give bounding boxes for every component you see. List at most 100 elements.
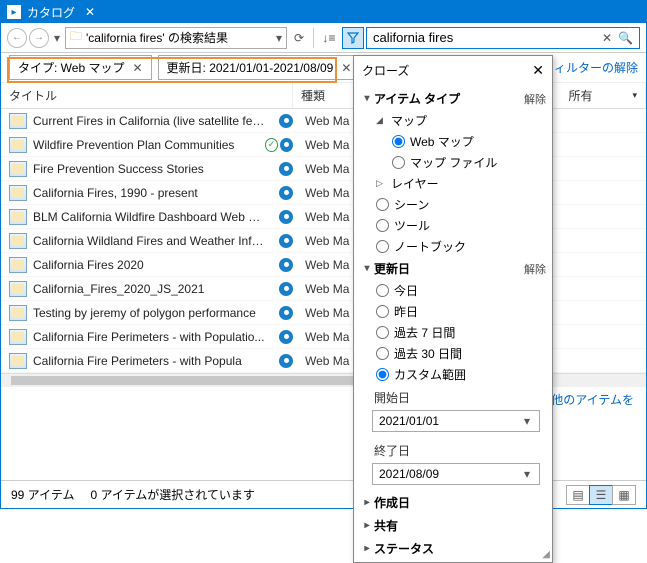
public-badge-icon (279, 354, 293, 368)
public-badge-icon (279, 186, 293, 200)
public-badge-icon (279, 330, 293, 344)
sort-button[interactable]: ↓≡ (318, 27, 340, 49)
start-date-label: 開始日 (360, 385, 546, 408)
chip-label: タイプ: Web マップ (18, 59, 124, 76)
row-badges (265, 162, 297, 176)
row-title: Current Fires in California (live satell… (33, 114, 265, 128)
opt-last30[interactable]: 過去 30 日間 (376, 343, 546, 364)
selection-count: 0 アイテムが選択されています (90, 486, 254, 503)
back-button[interactable]: ← (7, 28, 27, 48)
release-link[interactable]: 解除 (524, 261, 546, 277)
window-title: カタログ (27, 4, 75, 21)
map-icon (9, 353, 27, 369)
section-shared[interactable]: ▸共有 (360, 514, 546, 537)
item-count: 99 アイテム (11, 486, 74, 503)
opt-yesterday[interactable]: 昨日 (376, 301, 546, 322)
map-icon (9, 329, 27, 345)
filter-chip-type[interactable]: タイプ: Web マップ ✕ (9, 55, 152, 80)
refresh-button[interactable]: ⟳ (289, 31, 309, 45)
forward-button[interactable]: → (29, 28, 49, 48)
opt-custom[interactable]: カスタム範囲 (376, 364, 546, 385)
row-title: BLM California Wildfire Dashboard Web M.… (33, 210, 265, 224)
filter-button[interactable] (342, 27, 364, 49)
section-item-type[interactable]: ▾アイテム タイプ解除 (360, 87, 546, 110)
separator (313, 28, 314, 48)
row-title: California Fires 2020 (33, 258, 265, 272)
toolbar: ← → ▾ 🗀 'california fires' の検索結果 ▾ ⟳ ↓≡ … (1, 23, 646, 53)
row-badges: ✓ (265, 138, 297, 152)
radio-notebook[interactable] (376, 240, 389, 253)
view-details-button[interactable]: ▤ (566, 485, 590, 505)
row-badges (265, 306, 297, 320)
row-title: Wildfire Prevention Plan Communities (33, 138, 265, 152)
chevron-down-icon[interactable]: ▾ (521, 467, 533, 481)
section-created[interactable]: ▸作成日 (360, 491, 546, 514)
row-badges (265, 354, 297, 368)
row-title: Fire Prevention Success Stories (33, 162, 265, 176)
public-badge-icon (279, 234, 293, 248)
view-list-button[interactable]: ☰ (589, 485, 613, 505)
opt-tool[interactable]: ツール (376, 215, 546, 236)
radio-scene[interactable] (376, 198, 389, 211)
chip-remove-icon[interactable]: ✕ (341, 61, 351, 75)
opt-notebook[interactable]: ノートブック (376, 236, 546, 257)
chip-label: 更新日: 2021/01/01-2021/08/09 (167, 59, 334, 76)
panel-close-icon[interactable]: ✕ (532, 62, 544, 79)
chip-remove-icon[interactable]: ✕ (132, 61, 142, 75)
opt-today[interactable]: 今日 (376, 280, 546, 301)
search-icon[interactable]: 🔍 (618, 31, 633, 45)
section-updated[interactable]: ▾更新日解除 (360, 257, 546, 280)
folder-icon: 🗀 (70, 27, 82, 48)
map-icon (9, 137, 27, 153)
chevron-down-icon[interactable]: ▾ (521, 414, 533, 428)
row-badges (265, 234, 297, 248)
opt-last7[interactable]: 過去 7 日間 (376, 322, 546, 343)
radio-tool[interactable] (376, 219, 389, 232)
map-icon (9, 209, 27, 225)
start-date-input[interactable]: 2021/01/01▾ (372, 410, 540, 432)
end-date-input[interactable]: 2021/08/09▾ (372, 463, 540, 485)
opt-map[interactable]: ◢マップ (376, 110, 546, 131)
title-bar: ▸ カタログ ✕ (1, 1, 646, 23)
row-title: California_Fires_2020_JS_2021 (33, 282, 265, 296)
opt-webmap[interactable]: Web マップ (392, 131, 546, 152)
public-badge-icon (279, 306, 293, 320)
search-input[interactable] (373, 30, 602, 45)
row-badges (265, 210, 297, 224)
row-title: California Fires, 1990 - present (33, 186, 265, 200)
address-bar[interactable]: 🗀 'california fires' の検索結果 ▾ (65, 27, 287, 49)
resize-grip-icon[interactable]: ◢ (542, 549, 550, 560)
search-box[interactable]: ✕ 🔍 (366, 27, 640, 49)
public-badge-icon (279, 282, 293, 296)
section-status[interactable]: ▸ステータス (360, 537, 546, 560)
history-dropdown[interactable]: ▾ (51, 31, 63, 45)
panel-header: クローズ ✕ (354, 56, 552, 85)
end-date-label: 終了日 (360, 438, 546, 461)
row-title: California Fire Perimeters - with Popula… (33, 330, 265, 344)
map-icon (9, 113, 27, 129)
public-badge-icon (279, 114, 293, 128)
public-badge-icon (279, 210, 293, 224)
opt-scene[interactable]: シーン (376, 194, 546, 215)
row-badges (265, 258, 297, 272)
row-badges (265, 330, 297, 344)
col-title[interactable]: タイトル (1, 83, 293, 108)
filter-panel: クローズ ✕ ▾アイテム タイプ解除 ◢マップ Web マップ マップ ファイル… (353, 55, 553, 563)
opt-layer[interactable]: ▷レイヤー (376, 173, 546, 194)
public-badge-icon (280, 138, 293, 152)
clear-filters-link[interactable]: フィルターの解除 (542, 59, 638, 76)
view-tiles-button[interactable]: ▦ (612, 485, 636, 505)
radio-webmap[interactable] (392, 135, 405, 148)
opt-mapfile[interactable]: マップ ファイル (392, 152, 546, 173)
app-icon: ▸ (7, 5, 21, 19)
public-badge-icon (279, 258, 293, 272)
map-icon (9, 161, 27, 177)
release-link[interactable]: 解除 (524, 91, 546, 107)
address-dropdown-icon[interactable]: ▾ (276, 31, 282, 45)
filter-chip-date[interactable]: 更新日: 2021/01/01-2021/08/09 ✕ (158, 55, 361, 80)
map-icon (9, 257, 27, 273)
radio-mapfile[interactable] (392, 156, 405, 169)
clear-search-icon[interactable]: ✕ (602, 31, 612, 45)
close-tab-icon[interactable]: ✕ (85, 5, 95, 19)
row-title: Testing by jeremy of polygon performance (33, 306, 265, 320)
